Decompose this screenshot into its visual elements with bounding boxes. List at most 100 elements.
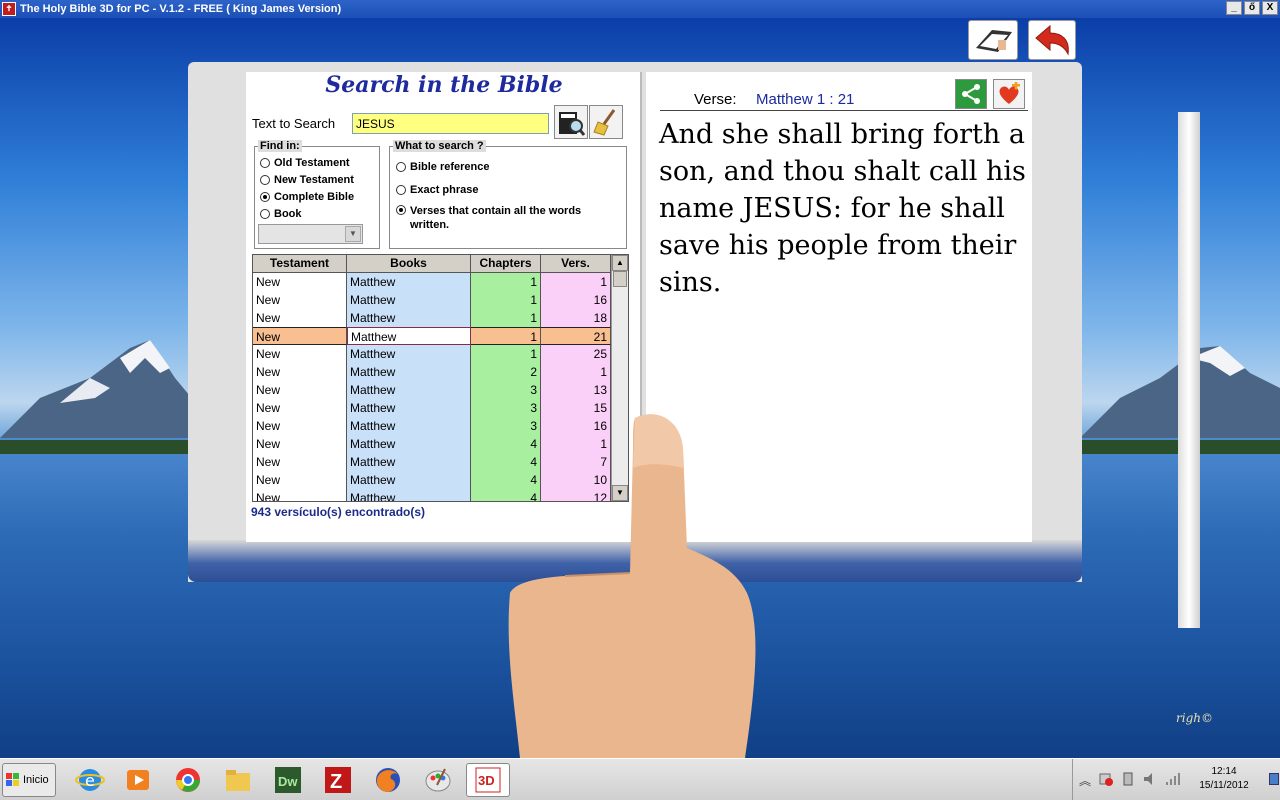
cell-testament[interactable]: New xyxy=(253,345,347,363)
cell-chapter[interactable]: 4 xyxy=(471,435,541,453)
cell-book[interactable]: Matthew xyxy=(347,273,471,291)
col-verses-header[interactable]: Vers. xyxy=(541,255,611,272)
cell-verse[interactable]: 7 xyxy=(541,453,611,471)
usb-device-icon[interactable] xyxy=(1121,772,1135,786)
cell-chapter[interactable]: 2 xyxy=(471,363,541,381)
cell-book[interactable]: Matthew xyxy=(347,291,471,309)
cell-verse[interactable]: 13 xyxy=(541,381,611,399)
radio-circle[interactable] xyxy=(396,185,406,195)
radio-exact-phrase[interactable]: Exact phrase xyxy=(396,184,478,196)
cell-book[interactable]: Matthew xyxy=(347,399,471,417)
cell-verse[interactable]: 18 xyxy=(541,309,611,327)
cell-testament[interactable]: New xyxy=(253,453,347,471)
search-input[interactable] xyxy=(352,113,549,134)
table-row[interactable]: New Matthew 1 25 xyxy=(253,345,628,363)
cell-testament[interactable]: New xyxy=(253,471,347,489)
cell-chapter[interactable]: 1 xyxy=(471,291,541,309)
cell-book[interactable]: Matthew xyxy=(347,327,471,345)
radio-circle-selected[interactable] xyxy=(396,205,406,215)
col-books-header[interactable]: Books xyxy=(347,255,471,272)
taskbar-media-player[interactable] xyxy=(116,763,160,797)
book-select[interactable]: ▼ xyxy=(258,224,363,244)
cell-chapter[interactable]: 1 xyxy=(471,309,541,327)
col-chapters-header[interactable]: Chapters xyxy=(471,255,541,272)
cell-testament[interactable]: New xyxy=(253,417,347,435)
cell-verse[interactable]: 1 xyxy=(541,273,611,291)
table-row[interactable]: New Matthew 3 13 xyxy=(253,381,628,399)
radio-complete-bible[interactable]: Complete Bible xyxy=(260,191,354,203)
close-button[interactable]: X xyxy=(1262,1,1278,15)
cell-chapter[interactable]: 1 xyxy=(471,345,541,363)
taskbar-internet-explorer[interactable]: e xyxy=(68,763,112,797)
cell-verse[interactable]: 15 xyxy=(541,399,611,417)
taskbar-filezilla[interactable]: Z xyxy=(316,763,360,797)
cell-testament[interactable]: New xyxy=(253,435,347,453)
cell-verse[interactable]: 1 xyxy=(541,435,611,453)
table-row-selected[interactable]: New Matthew 1 21 xyxy=(253,327,628,345)
clear-button[interactable] xyxy=(589,105,623,139)
cell-chapter[interactable]: 1 xyxy=(471,273,541,291)
cell-book[interactable]: Matthew xyxy=(347,435,471,453)
scroll-down-icon[interactable]: ▼ xyxy=(612,485,628,501)
table-row[interactable]: New Matthew 4 12 xyxy=(253,489,628,501)
taskbar-file-explorer[interactable] xyxy=(216,763,260,797)
cell-verse[interactable]: 25 xyxy=(541,345,611,363)
table-row[interactable]: New Matthew 3 16 xyxy=(253,417,628,435)
clock[interactable]: 12:14 15/11/2012 xyxy=(1191,765,1257,793)
cell-verse[interactable]: 16 xyxy=(541,291,611,309)
taskbar-firefox[interactable] xyxy=(366,763,410,797)
cell-verse[interactable]: 16 xyxy=(541,417,611,435)
cell-testament[interactable]: New xyxy=(253,327,347,345)
radio-bible-reference[interactable]: Bible reference xyxy=(396,161,489,173)
radio-circle[interactable] xyxy=(260,175,270,185)
table-row[interactable]: New Matthew 2 1 xyxy=(253,363,628,381)
taskbar-chrome[interactable] xyxy=(166,763,210,797)
chevron-down-icon[interactable]: ▼ xyxy=(345,226,361,242)
cell-book[interactable]: Matthew xyxy=(347,471,471,489)
open-book-button[interactable] xyxy=(968,20,1018,60)
cell-testament[interactable]: New xyxy=(253,291,347,309)
share-button[interactable] xyxy=(955,79,987,109)
start-button[interactable]: Inicio xyxy=(2,763,56,797)
table-row[interactable]: New Matthew 3 15 xyxy=(253,399,628,417)
table-row[interactable]: New Matthew 1 18 xyxy=(253,309,628,327)
search-button[interactable] xyxy=(554,105,588,139)
cell-verse[interactable]: 10 xyxy=(541,471,611,489)
cell-testament[interactable]: New xyxy=(253,363,347,381)
taskbar-paint[interactable] xyxy=(416,763,460,797)
cell-verse[interactable]: 21 xyxy=(541,327,611,345)
cell-testament[interactable]: New xyxy=(253,273,347,291)
cell-book[interactable]: Matthew xyxy=(347,363,471,381)
cell-book[interactable]: Matthew xyxy=(347,381,471,399)
network-warning-icon[interactable] xyxy=(1099,772,1114,786)
cell-testament[interactable]: New xyxy=(253,489,347,501)
radio-new-testament[interactable]: New Testament xyxy=(260,174,354,186)
radio-circle[interactable] xyxy=(396,162,406,172)
taskbar-bible-3d[interactable]: 3D xyxy=(466,763,510,797)
radio-all-words[interactable]: Verses that contain all the words writte… xyxy=(396,204,596,232)
volume-icon[interactable] xyxy=(1143,772,1157,786)
cell-chapter[interactable]: 3 xyxy=(471,417,541,435)
show-hidden-icon[interactable]: ︽ xyxy=(1079,772,1091,789)
radio-circle[interactable] xyxy=(260,209,270,219)
cell-book[interactable]: Matthew xyxy=(347,345,471,363)
table-scrollbar[interactable]: ▲ ▼ xyxy=(611,255,628,501)
scroll-up-icon[interactable]: ▲ xyxy=(612,255,628,271)
table-row[interactable]: New Matthew 1 16 xyxy=(253,291,628,309)
cell-testament[interactable]: New xyxy=(253,309,347,327)
cell-chapter[interactable]: 4 xyxy=(471,489,541,501)
cell-book[interactable]: Matthew xyxy=(347,417,471,435)
cell-chapter[interactable]: 4 xyxy=(471,471,541,489)
restore-button[interactable]: ő xyxy=(1244,1,1260,15)
cell-chapter[interactable]: 1 xyxy=(471,327,541,345)
col-testament-header[interactable]: Testament xyxy=(253,255,347,272)
cell-chapter[interactable]: 4 xyxy=(471,453,541,471)
cell-chapter[interactable]: 3 xyxy=(471,381,541,399)
cell-testament[interactable]: New xyxy=(253,399,347,417)
cell-testament[interactable]: New xyxy=(253,381,347,399)
table-row[interactable]: New Matthew 4 1 xyxy=(253,435,628,453)
radio-circle[interactable] xyxy=(260,158,270,168)
minimize-button[interactable]: _ xyxy=(1226,1,1242,15)
cell-book[interactable]: Matthew xyxy=(347,453,471,471)
table-row[interactable]: New Matthew 4 10 xyxy=(253,471,628,489)
